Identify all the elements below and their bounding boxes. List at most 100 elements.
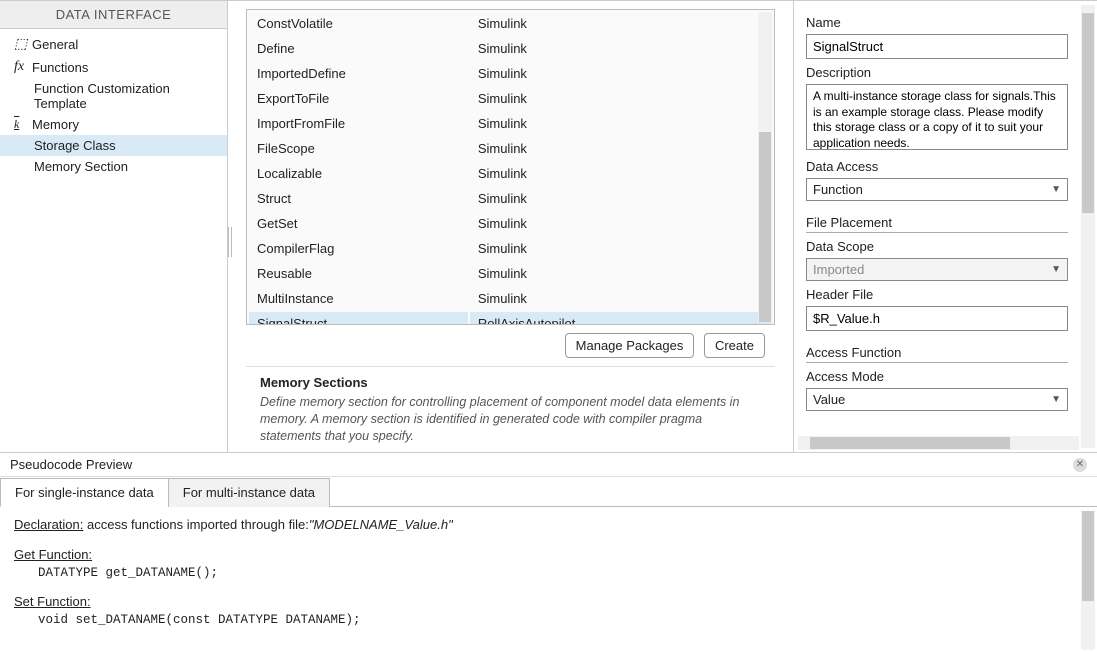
data-scope-value: Imported [813, 262, 864, 277]
row-source: Simulink [470, 262, 772, 285]
row-name: ExportToFile [249, 87, 468, 110]
nav-memory-section[interactable]: Memory Section [0, 156, 227, 177]
sidebar-title: DATA INTERFACE [0, 1, 227, 29]
row-name: SignalStruct [249, 312, 468, 325]
chevron-down-icon: ▼ [1051, 394, 1061, 405]
preview-tabs: For single-instance data For multi-insta… [0, 477, 1097, 507]
data-access-label: Data Access [806, 159, 1085, 174]
row-name: Define [249, 37, 468, 60]
nav-general[interactable]: ⬚ General [0, 33, 227, 56]
row-source: Simulink [470, 187, 772, 210]
sidebar: DATA INTERFACE ⬚ General fx Functions Fu… [0, 1, 228, 452]
table-row[interactable]: GetSetSimulink [249, 212, 772, 235]
declaration-label: Declaration: [14, 517, 83, 532]
table-row[interactable]: ImportedDefineSimulink [249, 62, 772, 85]
preview-scrollbar[interactable] [1081, 511, 1095, 650]
create-button[interactable]: Create [704, 333, 765, 358]
row-source: Simulink [470, 12, 772, 35]
chevron-down-icon: ▼ [1051, 264, 1061, 275]
props-v-scrollbar[interactable] [1081, 5, 1095, 448]
memory-sections-title: Memory Sections [260, 375, 761, 390]
nav-memory[interactable]: k Memory [0, 114, 227, 135]
props-h-scrollbar[interactable] [798, 436, 1079, 450]
storage-class-table: ConstVolatileSimulinkDefineSimulinkImpor… [246, 9, 775, 325]
close-icon[interactable]: ✕ [1073, 458, 1087, 472]
row-source: Simulink [470, 137, 772, 160]
row-name: ImportFromFile [249, 112, 468, 135]
access-mode-select[interactable]: Value ▼ [806, 388, 1068, 411]
declaration-text: access functions imported through file: [83, 517, 308, 532]
table-row[interactable]: MultiInstanceSimulink [249, 287, 772, 310]
row-source: Simulink [470, 287, 772, 310]
general-icon: ⬚ [14, 36, 32, 53]
row-source: Simulink [470, 162, 772, 185]
data-access-select[interactable]: Function ▼ [806, 178, 1068, 201]
description-field[interactable] [806, 84, 1068, 150]
nav-storage-class[interactable]: Storage Class [0, 135, 227, 156]
row-name: CompilerFlag [249, 237, 468, 260]
file-placement-header: File Placement [806, 215, 1068, 233]
row-source: Simulink [470, 212, 772, 235]
chevron-down-icon: ▼ [1051, 184, 1061, 195]
row-source: Simulink [470, 112, 772, 135]
manage-packages-button[interactable]: Manage Packages [565, 333, 695, 358]
row-source: Simulink [470, 37, 772, 60]
table-row[interactable]: SignalStructRollAxisAutopilot [249, 312, 772, 325]
table-row[interactable]: DefineSimulink [249, 37, 772, 60]
get-function-code: DATATYPE get_DATANAME(); [14, 566, 1083, 580]
row-name: Struct [249, 187, 468, 210]
row-name: Localizable [249, 162, 468, 185]
nav-label: Functions [32, 60, 88, 75]
row-source: Simulink [470, 87, 772, 110]
row-name: MultiInstance [249, 287, 468, 310]
tab-single-instance[interactable]: For single-instance data [0, 478, 169, 507]
access-function-header: Access Function [806, 345, 1068, 363]
name-field[interactable] [806, 34, 1068, 59]
row-source: Simulink [470, 237, 772, 260]
center-panel: ConstVolatileSimulinkDefineSimulinkImpor… [228, 1, 793, 452]
preview-body: Declaration: access functions imported t… [0, 507, 1097, 654]
table-row[interactable]: ReusableSimulink [249, 262, 772, 285]
table-row[interactable]: CompilerFlagSimulink [249, 237, 772, 260]
declaration-file: "MODELNAME_Value.h" [309, 517, 453, 532]
get-function-label: Get Function: [14, 547, 1083, 562]
memory-sections-desc: Define memory section for controlling pl… [260, 394, 761, 445]
description-label: Description [806, 65, 1085, 80]
memory-icon: k [14, 117, 32, 132]
access-mode-value: Value [813, 392, 845, 407]
set-function-label: Set Function: [14, 594, 1083, 609]
row-name: ConstVolatile [249, 12, 468, 35]
nav-function-template[interactable]: Function Customization Template [0, 78, 227, 114]
row-source: RollAxisAutopilot [470, 312, 772, 325]
nav-label: General [32, 37, 78, 52]
data-access-value: Function [813, 182, 863, 197]
table-row[interactable]: ImportFromFileSimulink [249, 112, 772, 135]
table-row[interactable]: ExportToFileSimulink [249, 87, 772, 110]
name-label: Name [806, 15, 1085, 30]
table-row[interactable]: ConstVolatileSimulink [249, 12, 772, 35]
nav-label: Memory [32, 117, 79, 132]
row-name: FileScope [249, 137, 468, 160]
header-file-field[interactable] [806, 306, 1068, 331]
nav-tree: ⬚ General fx Functions Function Customiz… [0, 29, 227, 181]
preview-title: Pseudocode Preview [10, 457, 132, 472]
data-scope-select: Imported ▼ [806, 258, 1068, 281]
header-file-label: Header File [806, 287, 1085, 302]
drag-handle-left[interactable] [228, 227, 232, 257]
table-scrollbar[interactable] [758, 12, 772, 322]
row-name: ImportedDefine [249, 62, 468, 85]
properties-panel: Name Description Data Access Function ▼ … [793, 1, 1097, 452]
tab-multi-instance[interactable]: For multi-instance data [168, 478, 330, 507]
table-row[interactable]: StructSimulink [249, 187, 772, 210]
pseudocode-preview-panel: Pseudocode Preview ✕ For single-instance… [0, 452, 1097, 654]
row-source: Simulink [470, 62, 772, 85]
nav-functions[interactable]: fx Functions [0, 56, 227, 78]
memory-sections-panel: Memory Sections Define memory section fo… [246, 366, 775, 445]
row-name: Reusable [249, 262, 468, 285]
table-row[interactable]: LocalizableSimulink [249, 162, 772, 185]
functions-icon: fx [14, 59, 32, 75]
row-name: GetSet [249, 212, 468, 235]
table-row[interactable]: FileScopeSimulink [249, 137, 772, 160]
access-mode-label: Access Mode [806, 369, 1085, 384]
set-function-code: void set_DATANAME(const DATATYPE DATANAM… [14, 613, 1083, 627]
